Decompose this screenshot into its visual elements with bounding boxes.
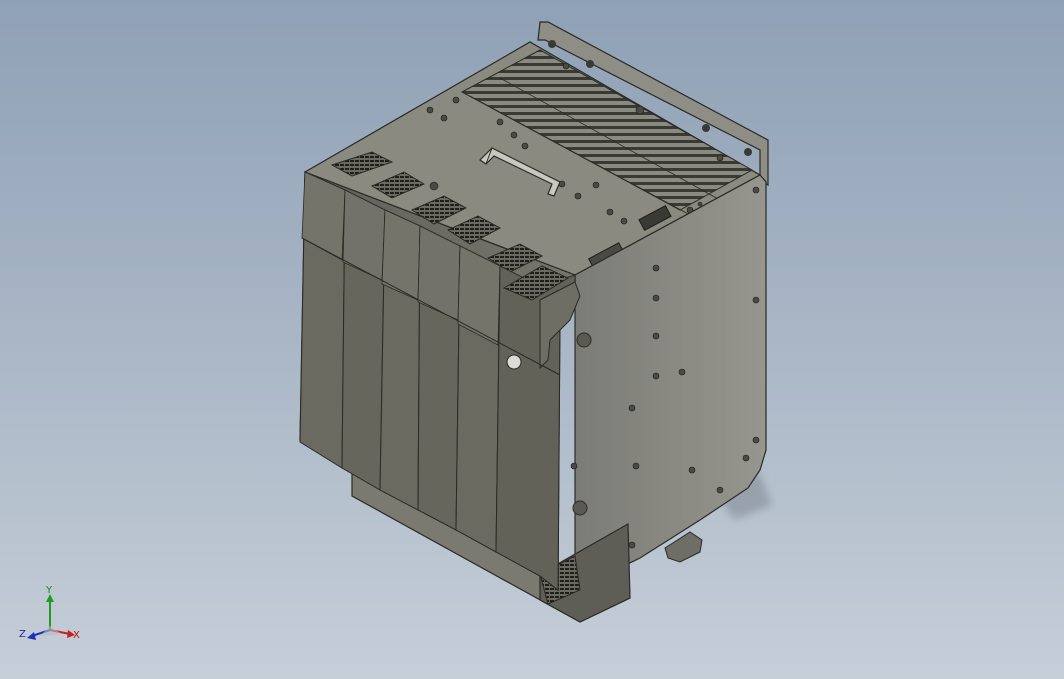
- side-port: [572, 500, 588, 516]
- flange-hole: [548, 40, 556, 48]
- z-axis-label: Z: [19, 629, 26, 640]
- drive-3d-model[interactable]: [0, 0, 1064, 679]
- flange-hole: [586, 60, 594, 68]
- front-knob: [506, 354, 522, 370]
- cad-viewport[interactable]: Y Z X: [0, 0, 1064, 679]
- flange-hole: [744, 148, 752, 156]
- x-axis-label: X: [73, 630, 80, 641]
- y-axis-label: Y: [46, 585, 53, 596]
- side-port: [576, 332, 592, 348]
- coordinate-triad: Y Z X: [18, 586, 88, 648]
- flange-hole: [702, 124, 710, 132]
